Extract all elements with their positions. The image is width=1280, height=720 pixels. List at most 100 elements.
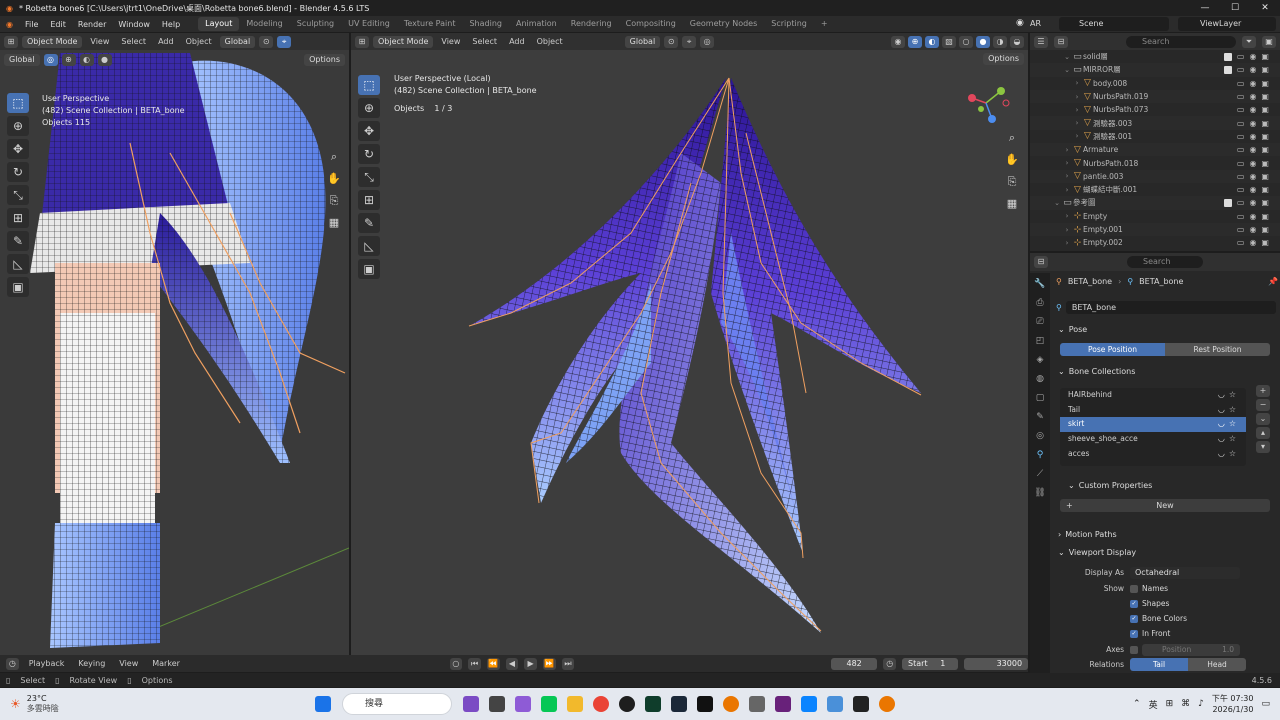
pycharm-icon[interactable] xyxy=(645,696,661,712)
blender-active-icon[interactable] xyxy=(879,696,895,712)
motion-paths-header[interactable]: › Motion Paths xyxy=(1052,526,1280,543)
output-tab-icon[interactable]: ⎚ xyxy=(1036,317,1043,330)
bone-collection-item[interactable]: skirt ◡☆ xyxy=(1060,417,1246,433)
minimize-button[interactable]: — xyxy=(1190,0,1220,16)
expand-arrow-icon[interactable]: › xyxy=(1062,212,1072,220)
tab-rendering[interactable]: Rendering xyxy=(564,17,619,31)
clock-icon[interactable]: ◷ xyxy=(883,657,897,670)
gizmo-toggle-icon[interactable]: ⊕ xyxy=(908,35,922,48)
expand-arrow-icon[interactable]: › xyxy=(1062,172,1072,180)
solid-shading-icon[interactable]: ● xyxy=(976,35,990,48)
expand-arrow-icon[interactable]: › xyxy=(1072,93,1082,101)
bone-collection-item[interactable]: sheeve_shoe_acce ◡☆ xyxy=(1060,432,1246,447)
outliner-editor-icon[interactable]: ☰ xyxy=(1034,35,1048,48)
outliner-row[interactable]: › ▽ 測驗器.001 ▭◉▣ xyxy=(1030,130,1280,143)
add-cube-tool[interactable]: ▣ xyxy=(7,277,29,297)
start-icon[interactable] xyxy=(315,696,331,712)
visibility-toggles-icon[interactable]: ▭◉▣ xyxy=(1237,65,1274,74)
terminal-icon[interactable] xyxy=(853,696,869,712)
close-button[interactable]: ✕ xyxy=(1250,0,1280,16)
left-menu-view[interactable]: View xyxy=(86,37,113,46)
move-tool[interactable]: ✥ xyxy=(7,139,29,159)
relations-head-button[interactable]: Head xyxy=(1188,658,1246,671)
play-reverse-icon[interactable]: ◀ xyxy=(505,657,519,670)
prev-keyframe-icon[interactable]: ⏪ xyxy=(486,657,500,670)
new-property-button[interactable]: + New xyxy=(1060,499,1270,512)
expand-arrow-icon[interactable]: ⌄ xyxy=(1062,66,1072,74)
tab-uv-editing[interactable]: UV Editing xyxy=(341,17,397,31)
volume-icon[interactable]: ♪ xyxy=(1198,699,1204,709)
bone-collection-item[interactable]: Tail ◡☆ xyxy=(1060,403,1246,418)
cursor-tool[interactable]: ⊕ xyxy=(7,116,29,136)
main-move-tool[interactable]: ✥ xyxy=(358,121,380,141)
visibility-toggles-icon[interactable]: ▭◉▣ xyxy=(1237,145,1274,154)
tab-animation[interactable]: Animation xyxy=(509,17,564,31)
display-mode-icon[interactable]: ⊟ xyxy=(1054,35,1068,48)
custom-properties-header[interactable]: ⌄ Custom Properties xyxy=(1062,477,1280,494)
ar-icon[interactable]: ◉ xyxy=(1016,18,1024,28)
in-front-checkbox[interactable]: ✓ xyxy=(1130,629,1138,638)
visibility-solo-icon[interactable]: ◡☆ xyxy=(1218,432,1240,447)
main-zoom-icon[interactable]: ⌕ xyxy=(1003,129,1021,147)
relations-tail-button[interactable]: Tail xyxy=(1130,658,1188,671)
marker-menu[interactable]: Marker xyxy=(148,659,184,668)
exclude-checkbox[interactable] xyxy=(1224,52,1232,61)
expand-arrow-icon[interactable]: › xyxy=(1072,132,1082,140)
bone-collection-item[interactable]: HAIRbehind ◡☆ xyxy=(1060,388,1246,403)
snap-icon[interactable]: ⌖ xyxy=(277,35,292,48)
measure-tool[interactable]: ◺ xyxy=(7,254,29,274)
left-menu-object[interactable]: Object xyxy=(182,37,216,46)
bone-colors-checkbox[interactable]: ✓ xyxy=(1130,614,1138,623)
wireframe-shading-icon[interactable]: ○ xyxy=(959,35,973,48)
main-measure-tool[interactable]: ◺ xyxy=(358,236,380,256)
main-3d-viewport[interactable]: ⊞ Object Mode View Select Add Object Glo… xyxy=(351,33,1028,655)
line-icon[interactable] xyxy=(541,696,557,712)
transform-tool[interactable]: ⊞ xyxy=(7,208,29,228)
pin-icon[interactable]: 📌 xyxy=(1268,277,1278,286)
main-menu-add[interactable]: Add xyxy=(505,37,529,46)
visibility-toggles-icon[interactable]: ▭◉▣ xyxy=(1237,79,1274,88)
expand-arrow-icon[interactable]: › xyxy=(1062,239,1072,247)
scene-selector[interactable]: Scene xyxy=(1059,17,1169,31)
left-orientation-dropdown[interactable]: Global xyxy=(219,35,256,48)
camera-icon[interactable]: ⎘ xyxy=(325,192,343,210)
word-icon[interactable] xyxy=(827,696,843,712)
rotate-tool[interactable]: ↻ xyxy=(7,162,29,182)
menu-file[interactable]: File xyxy=(19,20,44,29)
menu-edit[interactable]: Edit xyxy=(44,20,72,29)
view-layer-selector[interactable]: ViewLayer xyxy=(1178,17,1276,31)
left-menu-add[interactable]: Add xyxy=(154,37,178,46)
rest-position-button[interactable]: Rest Position xyxy=(1165,343,1270,356)
outliner-row[interactable]: ⌄ ▭ solid層 ▭◉▣ xyxy=(1030,50,1280,63)
bone-tab-icon[interactable]: ⟋ xyxy=(1037,469,1043,482)
github-icon[interactable] xyxy=(619,696,635,712)
expand-arrow-icon[interactable]: ⌄ xyxy=(1052,199,1062,207)
record-icon[interactable]: ○ xyxy=(449,657,463,670)
expand-arrow-icon[interactable]: › xyxy=(1062,186,1072,194)
file-explorer-icon[interactable] xyxy=(567,696,583,712)
main-pivot-icon[interactable]: ⊙ xyxy=(664,35,679,48)
rendered-shading-icon[interactable]: ◒ xyxy=(1010,35,1024,48)
move-up-icon[interactable]: ▴ xyxy=(1256,427,1270,439)
visibility-toggles-icon[interactable]: ▭◉▣ xyxy=(1237,185,1274,194)
add-collection-icon[interactable]: + xyxy=(1256,385,1270,397)
pan-hand-icon[interactable]: ✋ xyxy=(325,170,343,188)
main-orientation-dropdown[interactable]: Global xyxy=(624,35,661,48)
main-options-button[interactable]: Options xyxy=(983,53,1024,65)
main-add-cube-tool[interactable]: ▣ xyxy=(358,259,380,279)
exclude-checkbox[interactable] xyxy=(1224,198,1232,207)
next-keyframe-icon[interactable]: ⏩ xyxy=(542,657,556,670)
main-cursor-tool[interactable]: ⊕ xyxy=(358,98,380,118)
taskbar-search-input[interactable]: 搜尋 xyxy=(342,693,452,715)
visibility-toggles-icon[interactable]: ▭◉▣ xyxy=(1237,225,1274,234)
end-frame-field[interactable]: 33000 xyxy=(963,657,1029,670)
network-icon[interactable]: ⌘ xyxy=(1181,699,1190,709)
annotate-tool[interactable]: ✎ xyxy=(7,231,29,251)
outliner-row[interactable]: › ⊹ Empty ▭◉▣ xyxy=(1030,210,1280,223)
unity-icon[interactable] xyxy=(749,696,765,712)
outliner-row[interactable]: › ▽ NurbsPath.018 ▭◉▣ xyxy=(1030,156,1280,169)
visibility-solo-icon[interactable]: ◡☆ xyxy=(1218,388,1240,403)
menu-window[interactable]: Window xyxy=(112,20,156,29)
move-down-icon[interactable]: ▾ xyxy=(1256,441,1270,453)
start-frame-field[interactable]: Start 1 xyxy=(902,657,958,670)
